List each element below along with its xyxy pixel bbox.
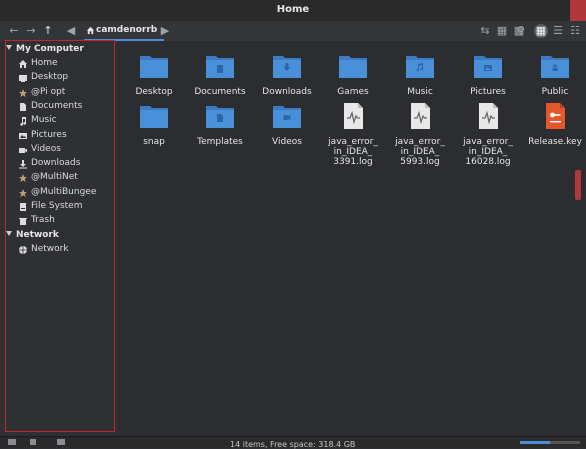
file-label: Templates: [197, 137, 243, 147]
file-label: Music: [407, 87, 433, 97]
back-arrow-icon[interactable]: ←: [7, 24, 21, 38]
folder-icon: [541, 56, 569, 78]
status-text: 14 items, Free space: 318.4 GB: [230, 440, 356, 449]
file-label: Videos: [272, 137, 302, 147]
new-folder-icon[interactable]: ▦: [495, 24, 509, 38]
window-close-button[interactable]: [570, 0, 586, 21]
path-left-icon[interactable]: ◀: [64, 24, 78, 38]
icon-view-icon[interactable]: ▦: [534, 24, 548, 38]
file-java-error-in-idea-3391-log[interactable]: java_error_ in_IDEA_ 3391.log: [319, 101, 387, 167]
file-release-key[interactable]: Release.key: [521, 101, 586, 147]
file-label: Downloads: [262, 87, 312, 97]
file-label: Release.key: [528, 137, 582, 147]
file-java-error-in-idea-16028-log[interactable]: java_error_ in_IDEA_ 16028.log: [454, 101, 522, 167]
window-title: Home: [276, 4, 310, 15]
folder-icon: [339, 56, 367, 78]
folder-videos[interactable]: Videos: [253, 101, 321, 147]
file-label: Games: [337, 87, 369, 97]
show-treeview-icon[interactable]: [30, 439, 36, 445]
breadcrumb[interactable]: camdenorrb: [84, 22, 164, 41]
file-label: Desktop: [135, 87, 173, 97]
folder-icon: [273, 56, 301, 78]
key-file-icon: [546, 103, 565, 129]
folder-games[interactable]: Games: [319, 51, 387, 97]
log-file-icon: [411, 103, 430, 129]
folder-icon: [206, 106, 234, 128]
log-file-icon: [344, 103, 363, 129]
file-label: Documents: [194, 87, 246, 97]
list-view-icon[interactable]: ☰: [551, 24, 565, 38]
statusbar: 14 items, Free space: 318.4 GB: [0, 436, 586, 449]
file-view[interactable]: Desktop Documents Downloads Games Music Pictu…: [120, 41, 586, 436]
folder-music[interactable]: Music: [386, 51, 454, 97]
log-file-icon: [479, 103, 498, 129]
file-label: Public: [541, 87, 569, 97]
file-label: java_error_ in_IDEA_ 5993.log: [395, 137, 445, 167]
folder-templates[interactable]: Templates: [186, 101, 254, 147]
folder-icon: [140, 106, 168, 128]
file-java-error-in-idea-5993-log[interactable]: java_error_ in_IDEA_ 5993.log: [386, 101, 454, 167]
titlebar[interactable]: Home: [0, 0, 586, 22]
up-arrow-icon[interactable]: ↑: [41, 24, 55, 38]
show-places-icon[interactable]: [8, 439, 16, 445]
folder-desktop[interactable]: Desktop: [120, 51, 188, 97]
file-label: Pictures: [470, 87, 506, 97]
home-icon: [86, 26, 95, 35]
file-label: java_error_ in_IDEA_ 3391.log: [328, 137, 378, 167]
folder-icon: [206, 56, 234, 78]
compact-view-icon[interactable]: ☷: [568, 24, 582, 38]
zoom-slider[interactable]: [520, 441, 580, 444]
folder-pictures[interactable]: Pictures: [454, 51, 522, 97]
file-label: snap: [143, 137, 165, 147]
scroll-indicator[interactable]: [575, 170, 581, 200]
folder-icon: [273, 106, 301, 128]
forward-arrow-icon[interactable]: →: [24, 24, 38, 38]
folder-public[interactable]: Public: [521, 51, 586, 97]
folder-snap[interactable]: snap: [120, 101, 188, 147]
breadcrumb-segment[interactable]: camdenorrb: [96, 25, 157, 35]
toggle-location-icon[interactable]: ⇆: [478, 24, 492, 38]
search-icon[interactable]: ⚲: [514, 24, 528, 38]
sidebar-selection-outline: [5, 40, 115, 432]
folder-icon: [406, 56, 434, 78]
folder-icon: [474, 56, 502, 78]
file-label: java_error_ in_IDEA_ 16028.log: [463, 137, 513, 167]
folder-documents[interactable]: Documents: [186, 51, 254, 97]
folder-downloads[interactable]: Downloads: [253, 51, 321, 97]
hide-sidebar-icon[interactable]: [57, 439, 65, 445]
folder-icon: [140, 56, 168, 78]
